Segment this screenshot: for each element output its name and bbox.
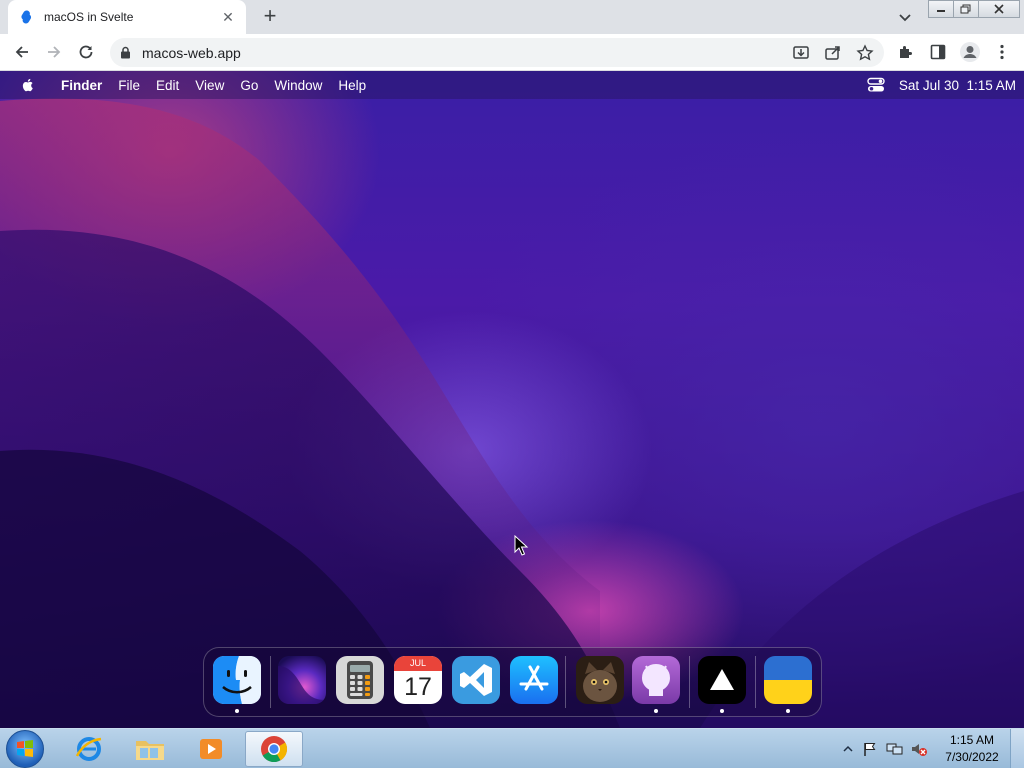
folder-icon (136, 741, 164, 760)
reload-icon (79, 45, 93, 59)
show-desktop-button[interactable] (1010, 729, 1024, 768)
control-center-icon[interactable] (867, 77, 885, 93)
extensions-button[interactable] (894, 40, 918, 64)
start-button[interactable] (6, 730, 44, 768)
mouse-cursor-icon (514, 535, 529, 556)
network-icon[interactable] (886, 741, 904, 757)
taskbar-clock[interactable]: 1:15 AM 7/30/2022 (934, 732, 1010, 766)
dock-separator (755, 656, 756, 708)
lock-icon (121, 46, 130, 59)
menu-go[interactable]: Go (232, 78, 266, 93)
media-player-taskbar-button[interactable] (182, 731, 240, 767)
tab-close-icon[interactable]: ✕ (220, 9, 236, 26)
dock-separator (565, 656, 566, 708)
puzzle-icon (900, 46, 912, 58)
side-panel-button[interactable] (926, 40, 950, 64)
github-dock-icon[interactable] (632, 656, 680, 704)
address-bar[interactable]: macos-web.app (110, 38, 884, 67)
close-window-button[interactable] (978, 0, 1020, 18)
volume-muted-icon[interactable] (910, 741, 928, 757)
side-panel-icon (930, 44, 946, 60)
minimize-window-button[interactable] (928, 0, 954, 18)
github-running-dot (654, 709, 658, 713)
profile-button[interactable] (958, 40, 982, 64)
kebab-menu-icon (1000, 44, 1004, 60)
menu-app-name[interactable]: Finder (53, 78, 110, 93)
menu-edit[interactable]: Edit (148, 78, 187, 93)
system-tray: 1:15 AM 7/30/2022 (842, 729, 1024, 768)
dock-separator (270, 656, 271, 708)
internet-explorer-taskbar-button[interactable] (60, 731, 118, 767)
dock-separator (689, 656, 690, 708)
windows-logo-icon (17, 740, 33, 757)
chrome-taskbar-button[interactable] (245, 731, 303, 767)
wallpaper-ridges (0, 98, 1024, 728)
vercel-dock-icon[interactable] (698, 656, 746, 704)
action-center-flag-icon[interactable] (862, 741, 878, 757)
reload-button[interactable] (74, 40, 98, 64)
forward-arrow-icon (48, 46, 61, 58)
browser-tabstrip: macOS in Svelte ✕ + (0, 0, 1024, 34)
calculator-dock-icon[interactable] (336, 656, 384, 704)
menubar-datetime[interactable]: Sat Jul 30 1:15 AM (899, 78, 1016, 93)
media-player-icon (200, 739, 222, 759)
calendar-month: JUL (394, 656, 442, 671)
vscode-dock-icon[interactable] (452, 656, 500, 704)
share-icon[interactable] (824, 44, 842, 62)
taskbar-time: 1:15 AM (949, 733, 995, 747)
show-hidden-icons-chevron-icon[interactable] (842, 743, 854, 755)
forward-button[interactable] (42, 40, 66, 64)
tab-search-chevron-icon[interactable] (896, 8, 914, 26)
app-store-dock-icon[interactable] (510, 656, 558, 704)
back-arrow-icon (15, 46, 28, 58)
new-tab-button[interactable]: + (258, 5, 282, 29)
tab-title: macOS in Svelte (44, 10, 134, 24)
calendar-day: 17 (404, 673, 432, 701)
profile-avatar-icon (960, 42, 980, 62)
menu-window[interactable]: Window (266, 78, 330, 93)
back-button[interactable] (10, 40, 34, 64)
menu-file[interactable]: File (110, 78, 148, 93)
install-app-icon[interactable] (792, 44, 810, 62)
taskbar-date: 7/30/2022 (945, 750, 999, 764)
restore-window-button[interactable] (953, 0, 979, 18)
wallpapers-dock-icon[interactable] (278, 656, 326, 704)
cat-dock-icon[interactable] (576, 656, 624, 704)
macos-menubar: Finder File Edit View Go Window Help Sat… (0, 71, 1024, 99)
svelte-favicon-icon (21, 10, 32, 24)
ukraine-flag-dock-icon[interactable] (764, 656, 812, 704)
calendar-dock-icon[interactable]: JUL 17 (394, 656, 442, 704)
apple-logo-icon[interactable] (20, 77, 36, 93)
browser-tab[interactable]: macOS in Svelte ✕ (8, 0, 246, 34)
bookmark-star-icon[interactable] (856, 44, 874, 62)
macos-dock: JUL 17 (203, 647, 822, 717)
finder-running-dot (235, 709, 239, 713)
chrome-icon (261, 736, 288, 763)
menu-view[interactable]: View (187, 78, 232, 93)
url-text: macos-web.app (142, 45, 241, 61)
file-explorer-taskbar-button[interactable] (121, 731, 179, 767)
vercel-running-dot (720, 709, 724, 713)
macos-desktop: Finder File Edit View Go Window Help Sat… (0, 71, 1024, 728)
windows-taskbar: 1:15 AM 7/30/2022 (0, 728, 1024, 768)
finder-dock-icon[interactable] (213, 656, 261, 704)
menu-help[interactable]: Help (330, 78, 374, 93)
chrome-menu-button[interactable] (990, 40, 1014, 64)
internet-explorer-icon (75, 737, 102, 761)
browser-toolbar: macos-web.app (0, 34, 1024, 71)
ukraine-flag-running-dot (786, 709, 790, 713)
